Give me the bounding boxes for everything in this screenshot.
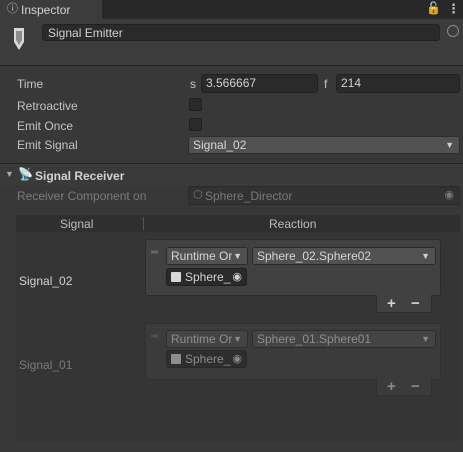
foldout-arrow-icon[interactable]: ▼ — [5, 169, 14, 179]
more-menu-icon[interactable]: ⋮ — [447, 1, 460, 17]
receiver-component-label: Receiver Component on — [17, 189, 147, 203]
function-dropdown[interactable]: Sphere_01.Sphere01 ▼ — [252, 330, 436, 348]
help-icon[interactable] — [447, 25, 459, 37]
row-signal-name: Signal_01 — [19, 358, 73, 372]
emit-signal-label: Emit Signal — [17, 138, 78, 152]
time-label: Time — [17, 77, 44, 91]
add-listener-button[interactable]: + — [387, 378, 396, 395]
runtime-mode-value: Runtime Or — [171, 249, 233, 263]
info-icon: ⓘ — [7, 3, 18, 15]
target-object-value: Sphere_ — [185, 352, 231, 366]
emit-once-checkbox[interactable] — [189, 118, 202, 131]
column-signal: Signal — [60, 217, 94, 231]
add-listener-button[interactable]: + — [387, 295, 396, 312]
signal-emitter-icon — [14, 28, 24, 50]
lock-icon[interactable]: 🔓 — [426, 1, 441, 15]
function-value: Sphere_02.Sphere02 — [257, 249, 372, 263]
divider — [0, 65, 463, 66]
emit-signal-dropdown[interactable]: Signal_02 ▼ — [188, 136, 460, 154]
target-object-field[interactable]: Sphere_ ◉ — [166, 268, 247, 286]
remove-listener-button[interactable]: − — [411, 378, 420, 395]
gameobject-icon — [171, 354, 181, 364]
time-seconds-input[interactable]: 3.566667 — [201, 74, 318, 93]
drag-handle-icon[interactable]: ═ — [151, 331, 158, 342]
object-name-field[interactable]: Signal Emitter — [42, 24, 440, 41]
gameobject-icon: ⬡ — [193, 189, 203, 201]
dropdown-arrow-icon: ▼ — [421, 334, 430, 344]
dropdown-arrow-icon: ▼ — [421, 251, 430, 261]
column-reaction: Reaction — [269, 217, 317, 231]
emit-signal-value: Signal_02 — [193, 138, 247, 152]
add-remove-footer: + − — [376, 378, 432, 396]
runtime-mode-dropdown[interactable]: Runtime Or ▼ — [166, 247, 248, 265]
emit-once-label: Emit Once — [17, 119, 74, 133]
remove-listener-button[interactable]: − — [411, 295, 420, 312]
dropdown-arrow-icon: ▼ — [445, 140, 454, 150]
add-remove-footer: + − — [376, 295, 432, 313]
object-picker-icon[interactable]: ◉ — [232, 269, 242, 285]
object-picker-icon[interactable]: ◉ — [232, 351, 242, 367]
receiver-component-value: Sphere_Director — [205, 189, 293, 203]
section-title: Signal Receiver — [35, 169, 125, 183]
tab-title: Inspector — [21, 3, 71, 17]
time-s-prefix: s — [190, 77, 196, 91]
column-divider — [143, 217, 144, 230]
target-object-value: Sphere_ — [185, 270, 231, 284]
function-dropdown[interactable]: Sphere_02.Sphere02 ▼ — [252, 247, 436, 265]
function-value: Sphere_01.Sphere01 — [257, 332, 372, 346]
receiver-component-field[interactable]: ⬡ Sphere_Director ◉ — [188, 186, 460, 205]
time-f-prefix: f — [324, 77, 328, 91]
gameobject-icon — [171, 272, 181, 282]
retroactive-checkbox[interactable] — [189, 98, 202, 111]
dropdown-arrow-icon: ▼ — [232, 248, 242, 264]
runtime-mode-dropdown[interactable]: Runtime Or ▼ — [166, 330, 248, 348]
dropdown-arrow-icon: ▼ — [232, 331, 242, 347]
drag-handle-icon[interactable]: ═ — [151, 247, 158, 258]
target-object-field[interactable]: Sphere_ ◉ — [166, 350, 247, 368]
object-picker-icon[interactable]: ◉ — [444, 188, 454, 201]
time-frames-input[interactable]: 214 — [336, 74, 460, 93]
signal-receiver-icon: 📡 — [18, 167, 33, 181]
row-signal-name: Signal_02 — [19, 274, 73, 288]
retroactive-label: Retroactive — [17, 99, 78, 113]
runtime-mode-value: Runtime Or — [171, 332, 233, 346]
tab-inspector[interactable]: ⓘ Inspector — [0, 0, 102, 19]
